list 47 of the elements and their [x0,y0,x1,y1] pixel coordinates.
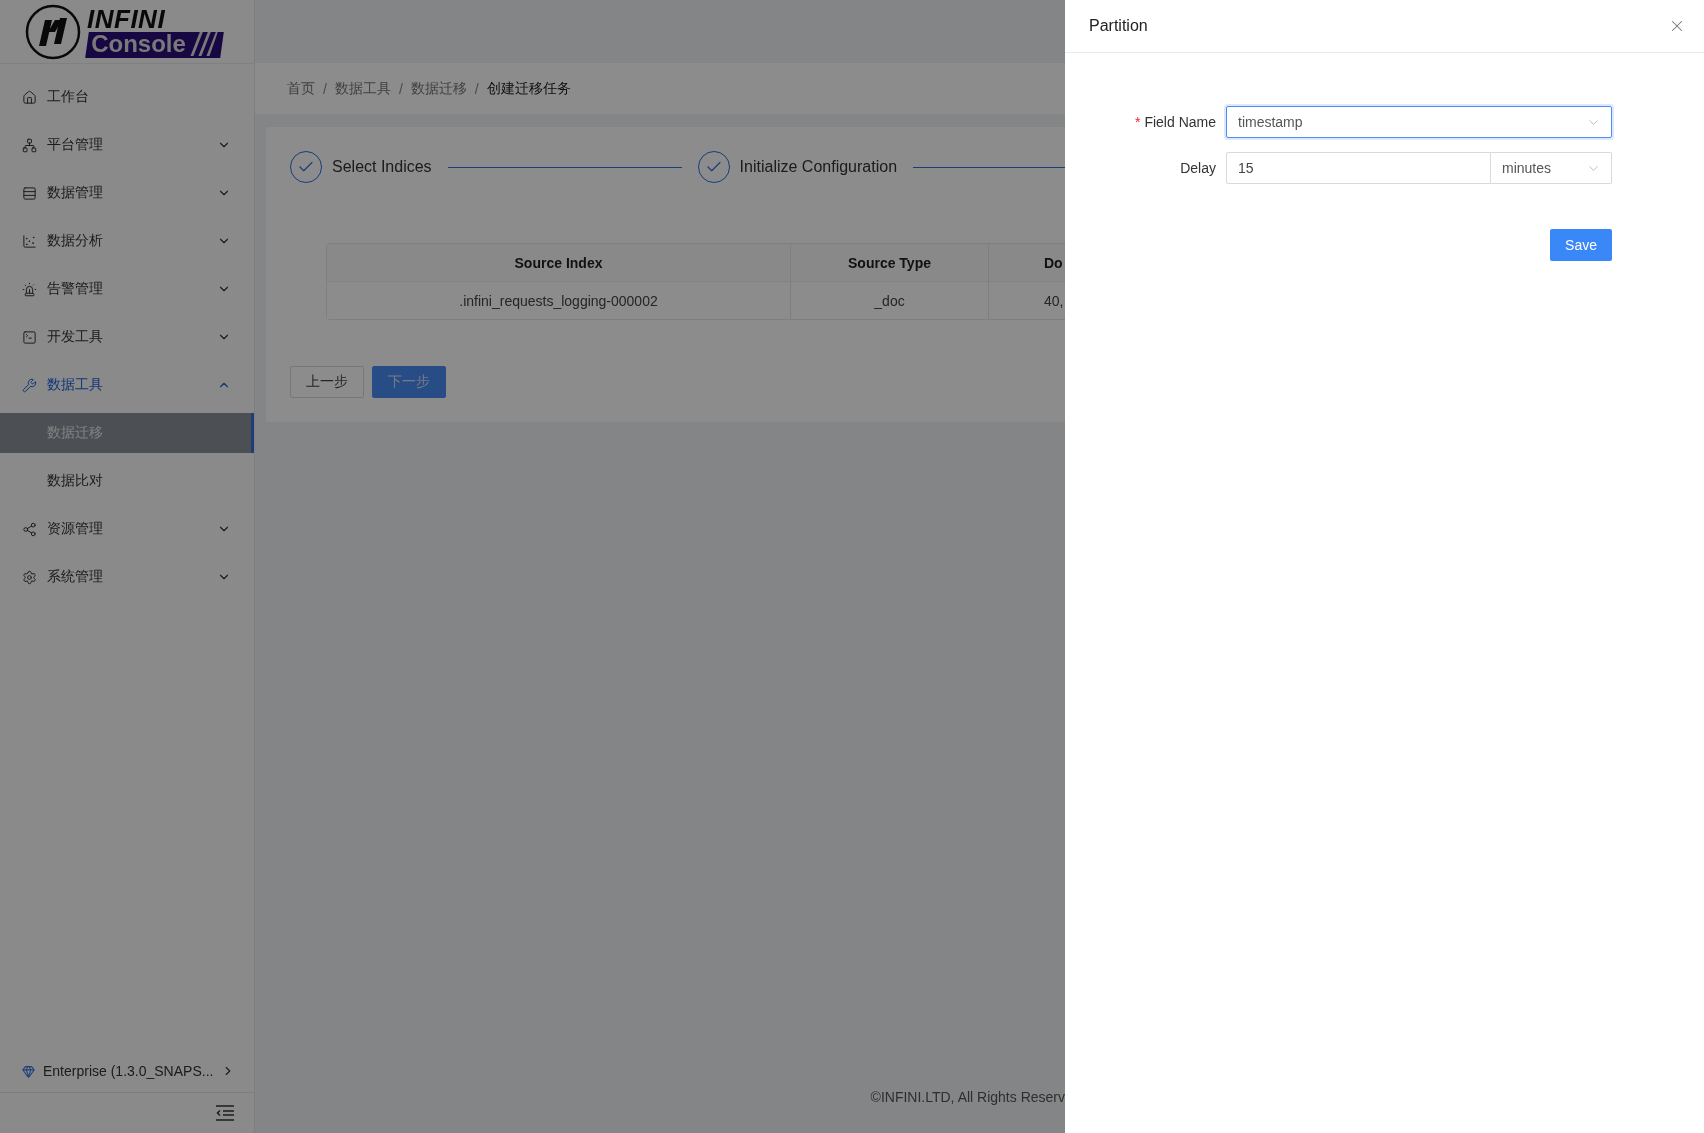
input-field[interactable]: 15 [1226,152,1491,184]
collapse-menu-icon[interactable] [216,1105,234,1121]
copyright-text: ©INFINI.LTD, All Rights Reserv [870,1089,1065,1105]
field-label: * Field Name [1133,114,1217,130]
diamond-icon [22,1064,35,1078]
menu-item[interactable]: 平台管理 [0,125,254,165]
column-header: Source Type [791,244,989,282]
menu-icon [22,89,37,105]
unit-select[interactable]: minutes [1491,152,1612,184]
menu-item[interactable]: 数据管理 [0,173,254,213]
menu-icon [22,281,37,297]
breadcrumb-item[interactable]: 首页 [287,79,315,98]
menu-item[interactable]: 资源管理 [0,509,254,549]
menu-item[interactable]: 系统管理 [0,557,254,597]
menu-item[interactable]: 开发工具 [0,317,254,357]
breadcrumb-separator: / [398,80,403,97]
edition-label[interactable]: Enterprise (1.3.0_SNAPS... [43,1063,214,1079]
drawer-mask[interactable] [0,0,1065,1133]
menu-icon [22,569,37,585]
menu-icon [22,329,37,345]
breadcrumb-item: 创建迁移任务 [486,79,571,98]
menu-item[interactable]: 数据工具 [0,365,254,405]
table-cell: .infini_requests_logging-000002 [327,282,791,319]
menu-icon [22,521,37,537]
save-button[interactable]: Save [1550,229,1612,261]
menu-item[interactable]: 数据分析 [0,221,254,261]
step-title: Initialize Configuration [739,158,898,176]
menu-icon [22,377,37,393]
submenu-item[interactable]: 数据比对 [0,461,254,501]
breadcrumb-separator: / [474,80,479,97]
step-title: Select Indices [332,158,432,176]
breadcrumb-item[interactable]: 数据迁移 [410,79,467,98]
field-label: Delay [1179,160,1217,176]
select-field[interactable]: timestamp [1226,106,1612,138]
menu-icon [22,233,37,249]
column-header: Source Index [327,244,791,282]
menu-item[interactable]: 工作台 [0,77,254,117]
menu-item[interactable]: 告警管理 [0,269,254,309]
menu-icon [22,185,37,201]
logo-icon [25,3,81,60]
menu-icon [22,137,37,153]
logo-badge: Console [85,31,224,58]
breadcrumb-item[interactable]: 数据工具 [334,79,391,98]
drawer-title: Partition [1089,17,1148,35]
breadcrumb-separator: / [323,80,327,97]
logo-text: INFINI [87,5,167,32]
back-button[interactable]: 上一步 [290,366,364,398]
